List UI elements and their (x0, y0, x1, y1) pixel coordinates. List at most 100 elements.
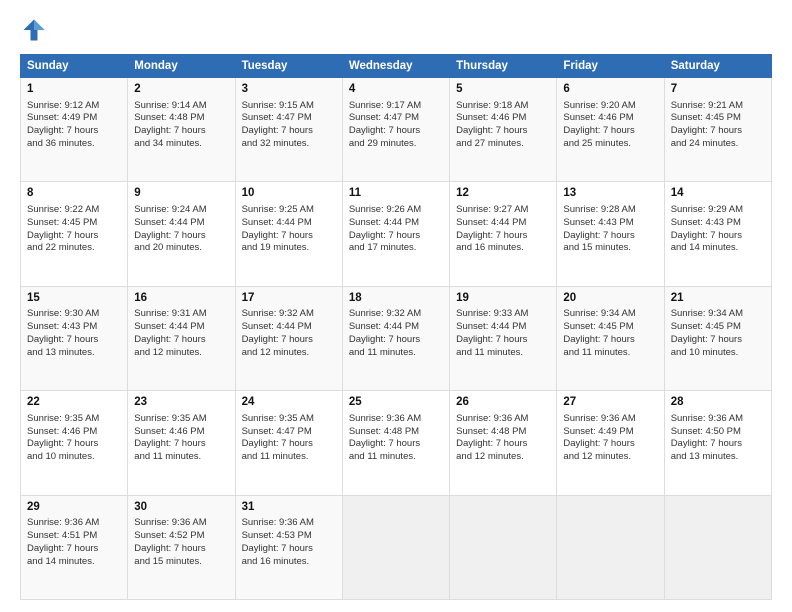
calendar-cell: 5Sunrise: 9:18 AMSunset: 4:46 PMDaylight… (450, 78, 557, 182)
day-info-line: Sunrise: 9:33 AM (456, 308, 550, 321)
day-info-line: Sunrise: 9:31 AM (134, 308, 228, 321)
day-info-line: Sunset: 4:44 PM (456, 217, 550, 230)
day-info-line: Sunrise: 9:18 AM (456, 100, 550, 113)
day-number: 20 (563, 291, 657, 307)
day-info-line: Sunset: 4:49 PM (563, 426, 657, 439)
day-info-line: Daylight: 7 hours (671, 230, 765, 243)
day-info-line: and 16 minutes. (456, 242, 550, 255)
day-info-line: Sunset: 4:50 PM (671, 426, 765, 439)
day-info-line: Daylight: 7 hours (456, 438, 550, 451)
calendar-cell (342, 495, 449, 599)
day-info-line: Sunset: 4:44 PM (349, 321, 443, 334)
day-info-line: Sunrise: 9:32 AM (349, 308, 443, 321)
day-info-line: and 19 minutes. (242, 242, 336, 255)
calendar-cell: 2Sunrise: 9:14 AMSunset: 4:48 PMDaylight… (128, 78, 235, 182)
day-info-line: Sunrise: 9:36 AM (242, 517, 336, 530)
day-info-line: Sunset: 4:52 PM (134, 530, 228, 543)
day-info-line: Sunset: 4:46 PM (134, 426, 228, 439)
day-info-line: and 10 minutes. (27, 451, 121, 464)
day-info-line: and 15 minutes. (134, 556, 228, 569)
day-info-line: Daylight: 7 hours (134, 543, 228, 556)
day-info-line: Sunrise: 9:21 AM (671, 100, 765, 113)
day-info-line: Sunset: 4:44 PM (134, 217, 228, 230)
day-info-line: Daylight: 7 hours (671, 334, 765, 347)
calendar-cell: 27Sunrise: 9:36 AMSunset: 4:49 PMDayligh… (557, 391, 664, 495)
weekday-header: Friday (557, 55, 664, 78)
header (20, 16, 772, 44)
day-info-line: Sunset: 4:44 PM (349, 217, 443, 230)
day-info-line: Sunrise: 9:22 AM (27, 204, 121, 217)
day-info-line: Sunrise: 9:36 AM (349, 413, 443, 426)
day-info-line: Sunset: 4:47 PM (349, 112, 443, 125)
day-info-line: and 11 minutes. (349, 347, 443, 360)
day-info-line: Daylight: 7 hours (349, 334, 443, 347)
day-info-line: Sunset: 4:46 PM (563, 112, 657, 125)
weekday-header: Tuesday (235, 55, 342, 78)
day-info-line: Daylight: 7 hours (27, 125, 121, 138)
calendar-cell (664, 495, 771, 599)
day-info-line: Sunset: 4:44 PM (134, 321, 228, 334)
day-info-line: Sunrise: 9:25 AM (242, 204, 336, 217)
day-info-line: and 12 minutes. (456, 451, 550, 464)
calendar-cell: 8Sunrise: 9:22 AMSunset: 4:45 PMDaylight… (21, 182, 128, 286)
day-number: 30 (134, 500, 228, 516)
day-info-line: Sunrise: 9:17 AM (349, 100, 443, 113)
calendar-cell: 20Sunrise: 9:34 AMSunset: 4:45 PMDayligh… (557, 286, 664, 390)
calendar-cell: 19Sunrise: 9:33 AMSunset: 4:44 PMDayligh… (450, 286, 557, 390)
day-number: 4 (349, 82, 443, 98)
calendar-week-row: 22Sunrise: 9:35 AMSunset: 4:46 PMDayligh… (21, 391, 772, 495)
day-info-line: Sunrise: 9:12 AM (27, 100, 121, 113)
day-number: 3 (242, 82, 336, 98)
day-number: 9 (134, 186, 228, 202)
day-info-line: Daylight: 7 hours (27, 438, 121, 451)
day-info-line: Sunset: 4:45 PM (671, 321, 765, 334)
day-info-line: and 14 minutes. (27, 556, 121, 569)
day-info-line: Daylight: 7 hours (134, 230, 228, 243)
day-number: 21 (671, 291, 765, 307)
calendar-week-row: 1Sunrise: 9:12 AMSunset: 4:49 PMDaylight… (21, 78, 772, 182)
day-info-line: Sunset: 4:43 PM (563, 217, 657, 230)
day-info-line: and 36 minutes. (27, 138, 121, 151)
day-info-line: and 11 minutes. (134, 451, 228, 464)
day-info-line: Sunset: 4:48 PM (349, 426, 443, 439)
day-info-line: Sunrise: 9:27 AM (456, 204, 550, 217)
calendar-header: SundayMondayTuesdayWednesdayThursdayFrid… (21, 55, 772, 78)
calendar-week-row: 29Sunrise: 9:36 AMSunset: 4:51 PMDayligh… (21, 495, 772, 599)
day-info-line: and 14 minutes. (671, 242, 765, 255)
calendar-cell: 10Sunrise: 9:25 AMSunset: 4:44 PMDayligh… (235, 182, 342, 286)
day-info-line: and 11 minutes. (349, 451, 443, 464)
day-info-line: Sunrise: 9:34 AM (563, 308, 657, 321)
calendar-cell (450, 495, 557, 599)
day-info-line: and 11 minutes. (563, 347, 657, 360)
weekday-header: Thursday (450, 55, 557, 78)
day-number: 1 (27, 82, 121, 98)
day-number: 10 (242, 186, 336, 202)
day-info-line: Sunset: 4:44 PM (456, 321, 550, 334)
day-info-line: Daylight: 7 hours (456, 230, 550, 243)
day-info-line: and 11 minutes. (456, 347, 550, 360)
weekday-header: Wednesday (342, 55, 449, 78)
day-info-line: and 24 minutes. (671, 138, 765, 151)
calendar-cell: 11Sunrise: 9:26 AMSunset: 4:44 PMDayligh… (342, 182, 449, 286)
day-info-line: and 12 minutes. (242, 347, 336, 360)
day-info-line: Sunrise: 9:20 AM (563, 100, 657, 113)
day-number: 6 (563, 82, 657, 98)
day-info-line: Sunset: 4:45 PM (563, 321, 657, 334)
calendar: SundayMondayTuesdayWednesdayThursdayFrid… (20, 54, 772, 600)
day-info-line: Daylight: 7 hours (242, 125, 336, 138)
day-info-line: Sunset: 4:45 PM (671, 112, 765, 125)
calendar-cell: 7Sunrise: 9:21 AMSunset: 4:45 PMDaylight… (664, 78, 771, 182)
page: SundayMondayTuesdayWednesdayThursdayFrid… (0, 0, 792, 612)
day-info-line: and 15 minutes. (563, 242, 657, 255)
calendar-cell: 28Sunrise: 9:36 AMSunset: 4:50 PMDayligh… (664, 391, 771, 495)
day-info-line: Daylight: 7 hours (242, 438, 336, 451)
calendar-cell: 16Sunrise: 9:31 AMSunset: 4:44 PMDayligh… (128, 286, 235, 390)
day-info-line: Sunrise: 9:24 AM (134, 204, 228, 217)
day-number: 22 (27, 395, 121, 411)
day-info-line: Sunset: 4:51 PM (27, 530, 121, 543)
day-info-line: Sunrise: 9:36 AM (134, 517, 228, 530)
day-number: 27 (563, 395, 657, 411)
calendar-cell: 21Sunrise: 9:34 AMSunset: 4:45 PMDayligh… (664, 286, 771, 390)
day-info-line: Sunrise: 9:30 AM (27, 308, 121, 321)
calendar-cell: 1Sunrise: 9:12 AMSunset: 4:49 PMDaylight… (21, 78, 128, 182)
